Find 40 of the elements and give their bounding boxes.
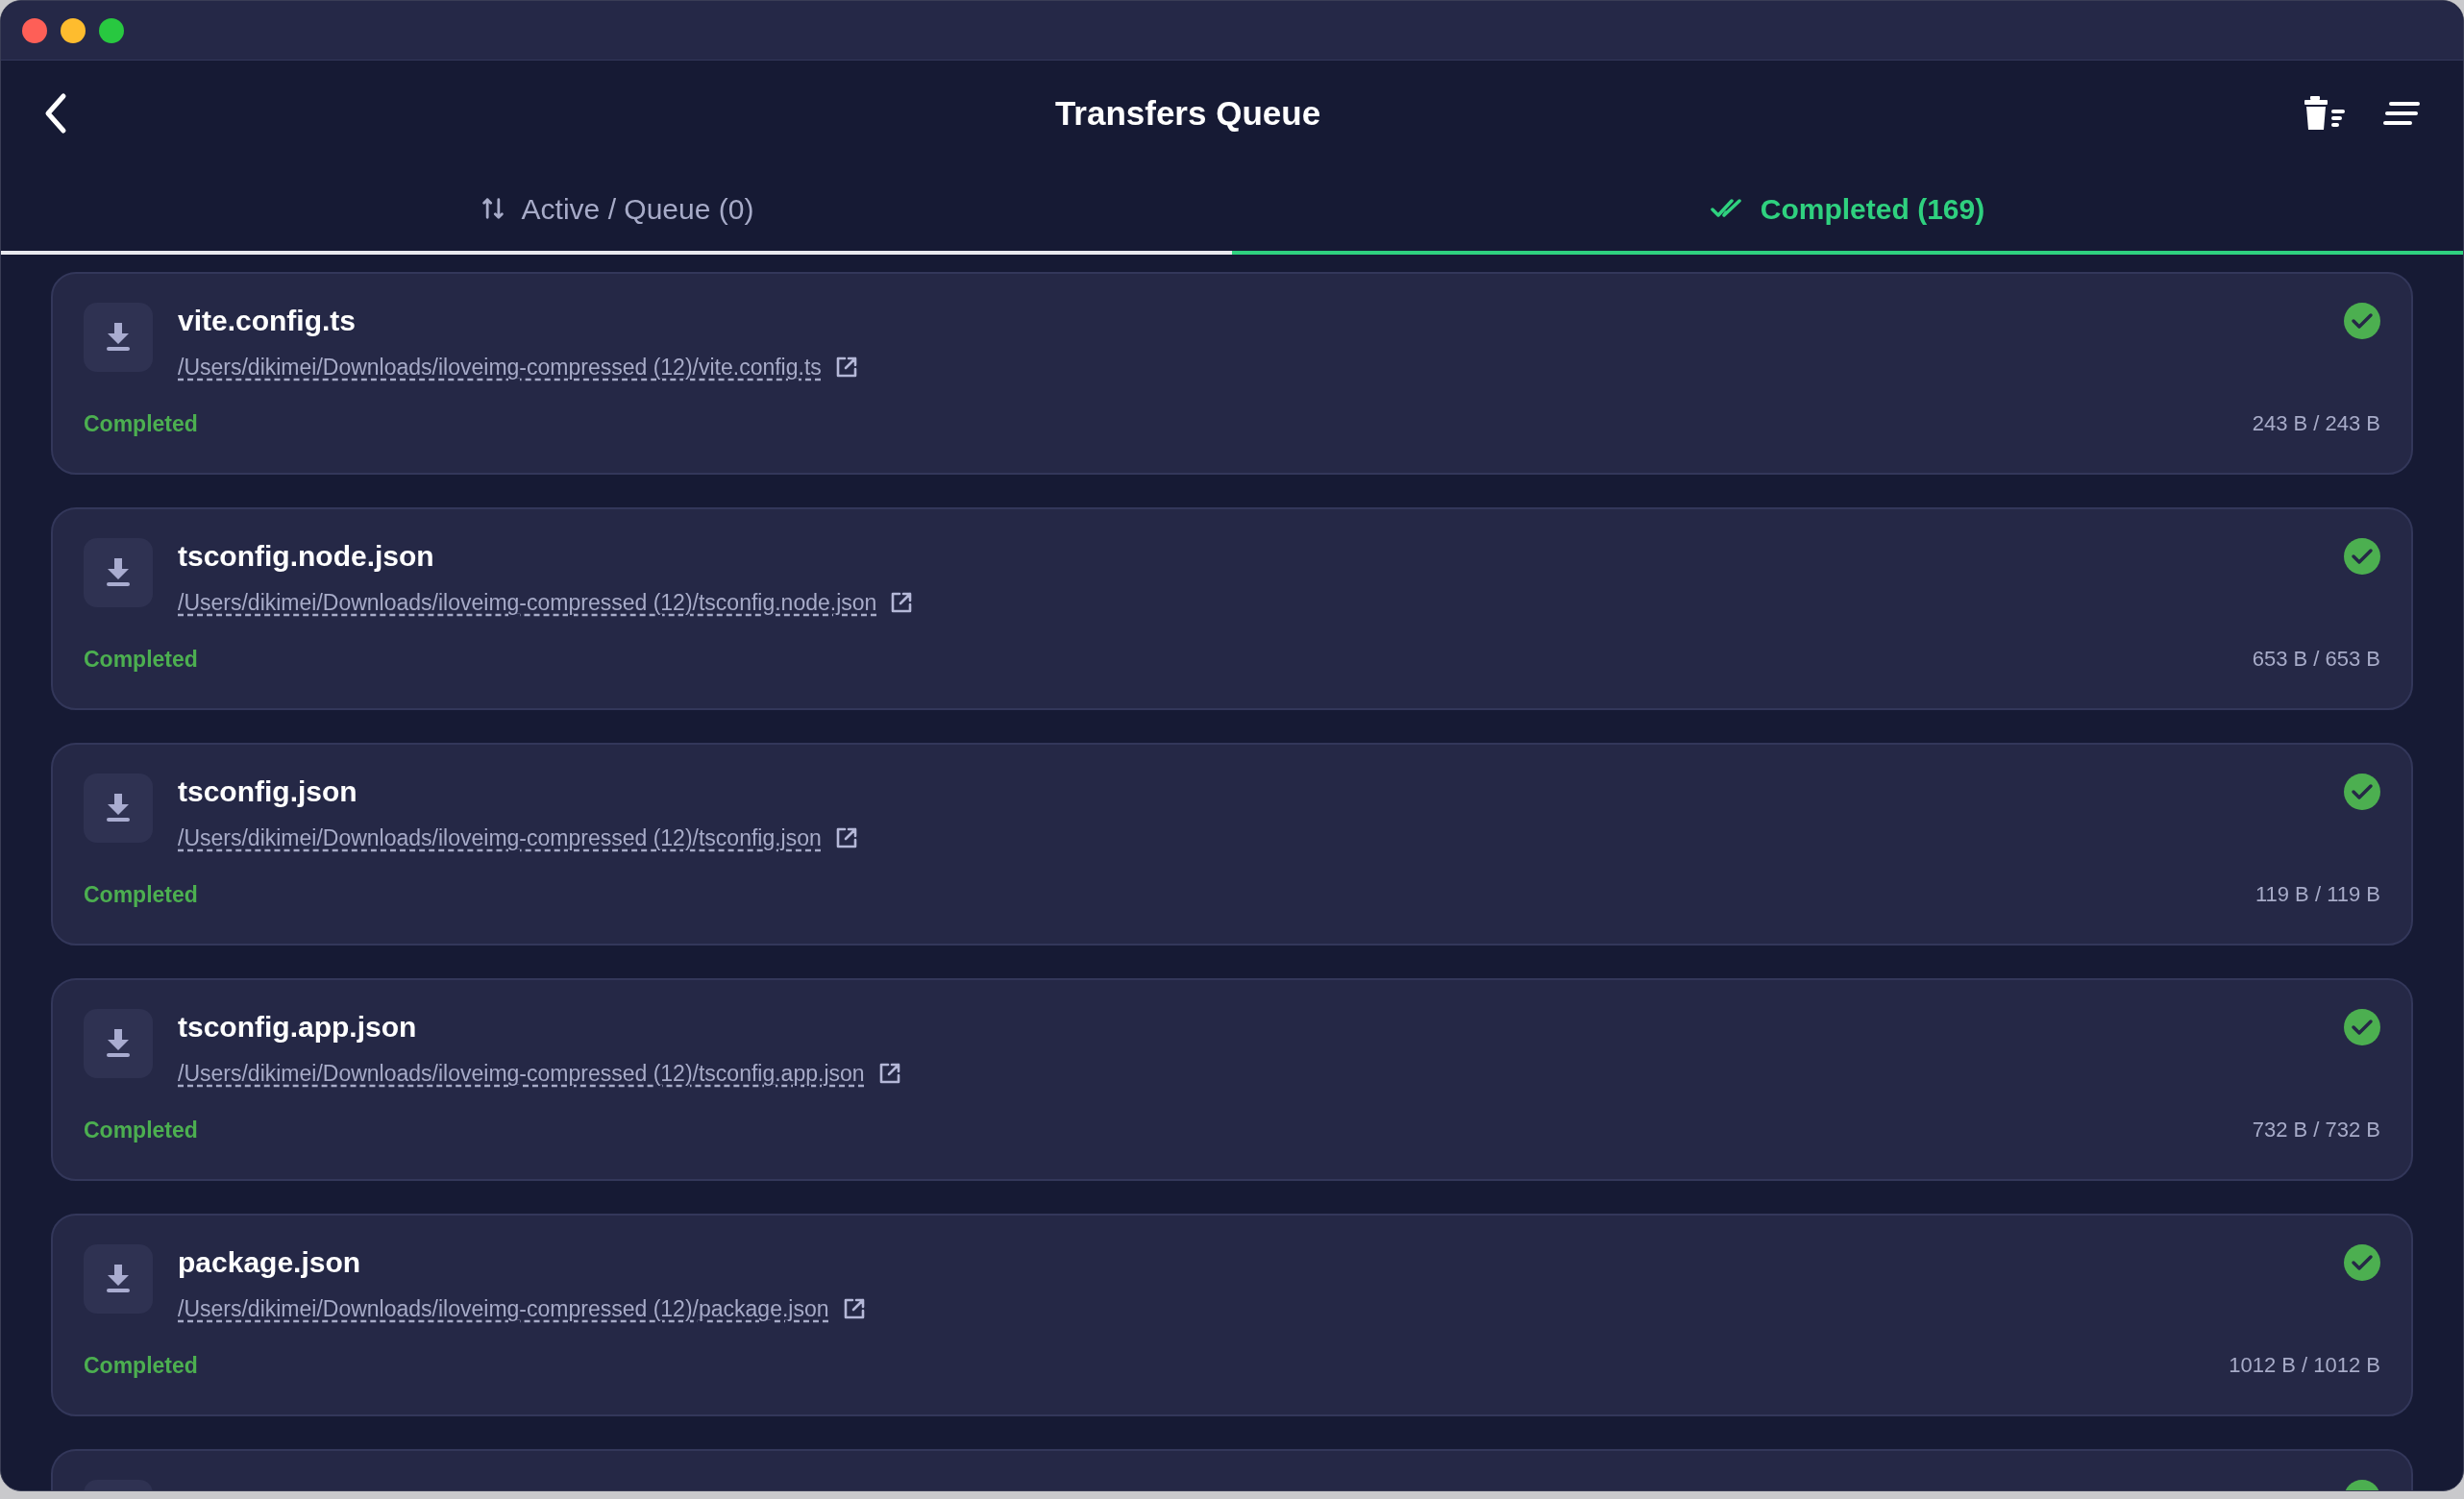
- clear-list-button[interactable]: [2304, 94, 2346, 133]
- back-icon: [43, 92, 68, 135]
- download-icon: [106, 558, 131, 587]
- size-label: 1012 B / 1012 B: [2229, 1352, 2380, 1380]
- download-icon: [106, 323, 131, 352]
- file-path-link[interactable]: /Users/dikimei/Downloads/iloveimg-compressed (12)/vite.config.ts: [178, 351, 822, 384]
- status-label: Completed: [84, 645, 198, 674]
- status-label: Completed: [84, 1116, 198, 1144]
- menu-icon: [2383, 102, 2420, 125]
- external-link-icon[interactable]: [842, 1297, 866, 1321]
- size-label: 653 B / 653 B: [2252, 646, 2380, 674]
- file-name: vite.config.ts: [178, 304, 357, 338]
- file-name: tsconfig.app.json: [178, 1010, 418, 1044]
- file-path-link[interactable]: /Users/dikimei/Downloads/iloveimg-compressed (12)/tsconfig.json: [178, 822, 822, 855]
- external-link-icon[interactable]: [834, 826, 858, 850]
- status-label: Completed: [84, 409, 198, 438]
- zoom-window-button[interactable]: [99, 17, 124, 43]
- file-path-link[interactable]: /Users/dikimei/Downloads/iloveimg-compressed (12)/tsconfig.node.json: [178, 586, 877, 620]
- file-path-link[interactable]: /Users/dikimei/Downloads/iloveimg-compressed (12)/package.json: [178, 1292, 829, 1326]
- external-link-icon[interactable]: [834, 356, 858, 380]
- size-label: 243 B / 243 B: [2252, 410, 2380, 438]
- close-window-button[interactable]: [22, 17, 47, 43]
- window-title: Transfers Queue: [1054, 92, 1321, 134]
- tab[interactable]: Active / Queue (0): [1, 166, 1232, 255]
- size-label: 119 B / 119 B: [2255, 881, 2380, 909]
- trash-list-icon: [2304, 96, 2345, 131]
- status-label: Completed: [84, 1351, 198, 1380]
- file-path-link[interactable]: /Users/dikimei/Downloads/iloveimg-compressed (12)/tsconfig.app.json: [178, 1057, 865, 1091]
- status-label: Completed: [84, 880, 198, 909]
- download-icon: [106, 1029, 131, 1058]
- file-name: tsconfig.json: [178, 774, 358, 809]
- download-icon: [106, 1265, 131, 1293]
- size-label: 732 B / 732 B: [2252, 1117, 2380, 1144]
- tab[interactable]: Completed (169): [1232, 166, 2463, 255]
- minimize-window-button[interactable]: [61, 17, 86, 43]
- file-name: package.json: [178, 1245, 362, 1280]
- file-name: tsconfig.node.json: [178, 539, 435, 574]
- external-link-icon[interactable]: [877, 1062, 901, 1086]
- download-icon: [106, 794, 131, 823]
- external-link-icon[interactable]: [890, 591, 914, 615]
